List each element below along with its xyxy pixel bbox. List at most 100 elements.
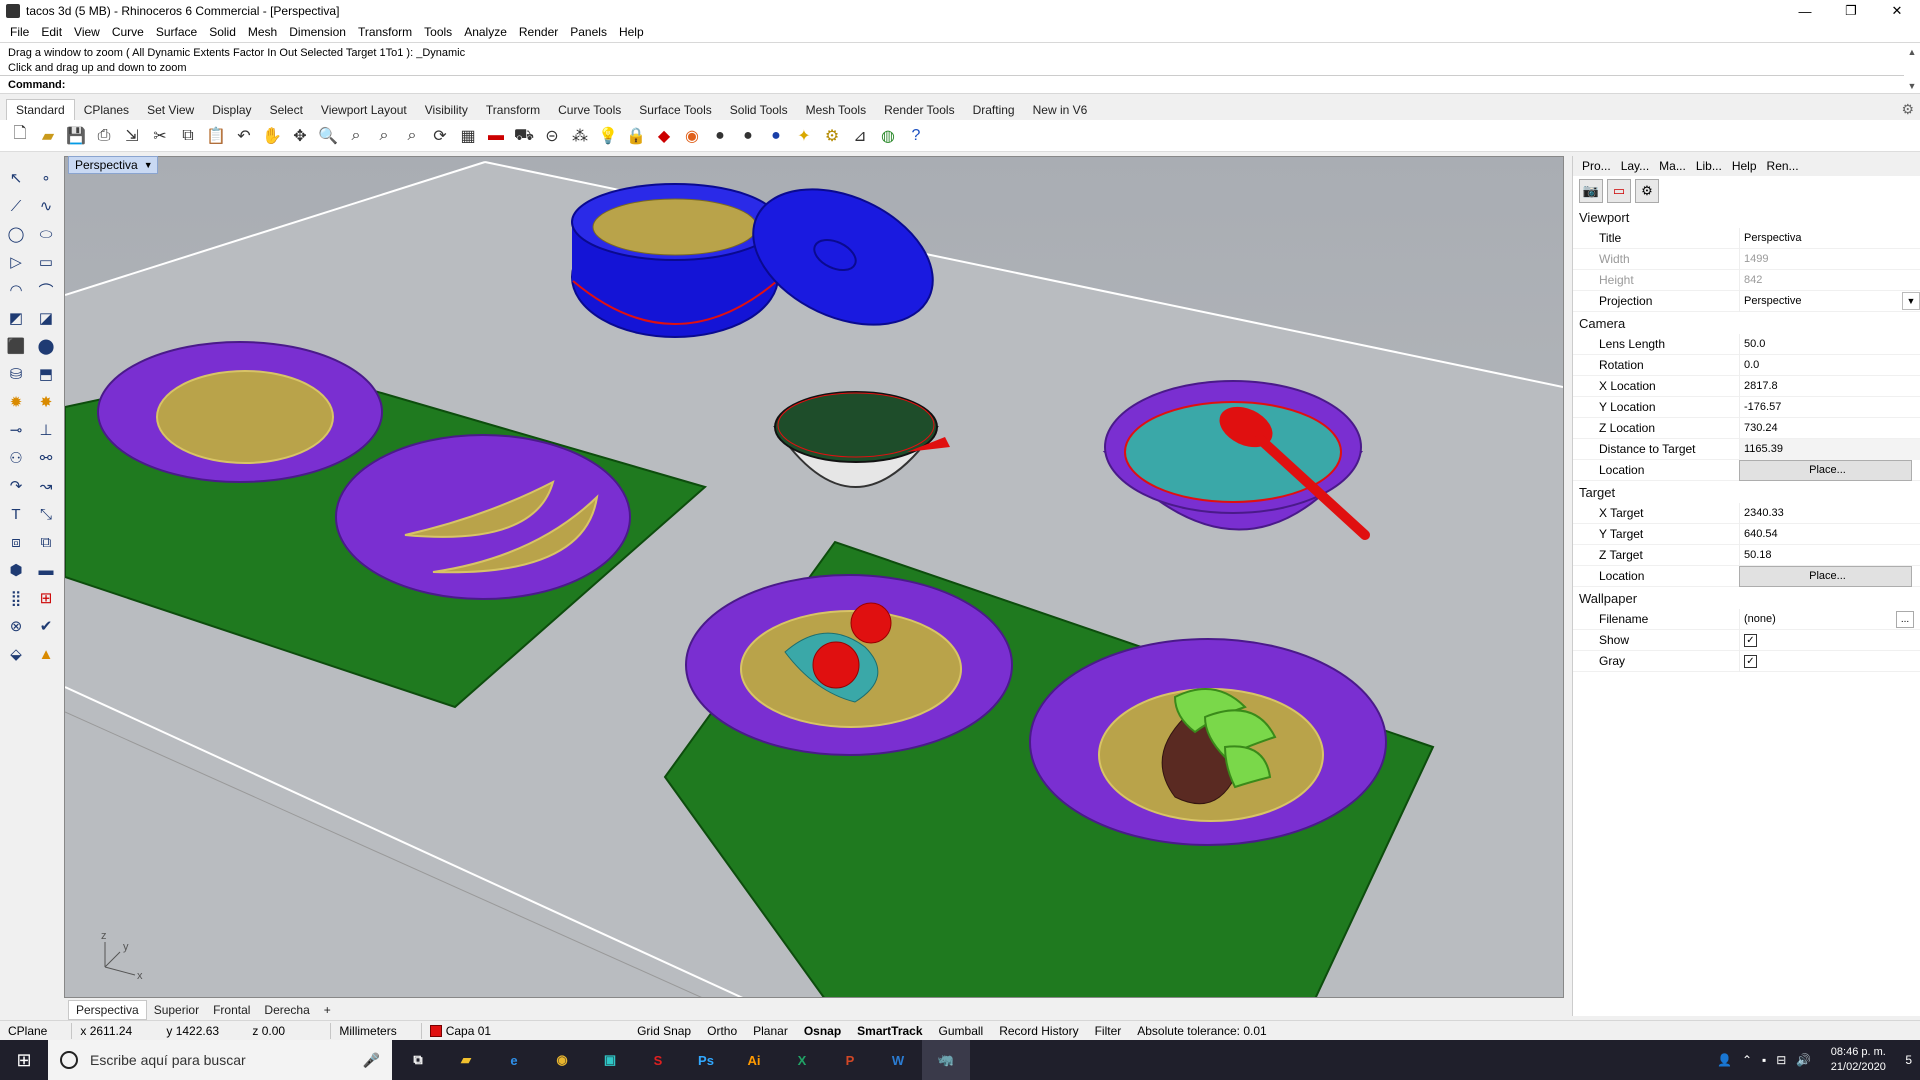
rotate-view-icon[interactable]: ⟳	[428, 124, 452, 148]
add-viewport-tab-button[interactable]: +	[317, 1001, 338, 1019]
chevron-down-icon[interactable]: ▼	[144, 160, 153, 170]
tab-materials[interactable]: Ma...	[1654, 157, 1691, 175]
points-icon[interactable]: ⁂	[568, 124, 592, 148]
menu-mesh[interactable]: Mesh	[242, 25, 283, 39]
dimension-icon[interactable]: ⊿	[848, 124, 872, 148]
light-tool-icon[interactable]: ▲	[32, 640, 60, 668]
rendered-sphere-icon[interactable]: ●	[736, 124, 760, 148]
tab-properties[interactable]: Pro...	[1577, 157, 1616, 175]
clock[interactable]: 08:46 p. m. 21/02/2020	[1821, 1045, 1895, 1075]
undo-icon[interactable]: ↶	[232, 124, 256, 148]
render-sphere-icon[interactable]: ●	[764, 124, 788, 148]
chevron-down-icon[interactable]: ▼	[1908, 81, 1917, 91]
polyline-icon[interactable]: ⟋	[2, 192, 30, 220]
rebuild-icon[interactable]: ↝	[32, 472, 60, 500]
x-location-field[interactable]: 2817.8	[1739, 375, 1920, 397]
print-icon[interactable]: ⎙	[92, 124, 116, 148]
menu-view[interactable]: View	[68, 25, 106, 39]
camera-icon[interactable]: 📷	[1579, 179, 1603, 203]
ortho-toggle[interactable]: Ortho	[699, 1024, 745, 1038]
rhino-icon[interactable]: 🦏	[922, 1040, 970, 1080]
globe-icon[interactable]: ◍	[876, 124, 900, 148]
move-icon[interactable]: ✥	[288, 124, 312, 148]
menu-render[interactable]: Render	[513, 25, 564, 39]
command-scrollbar[interactable]: ▲ ▼	[1906, 47, 1918, 91]
tab-viewport-layout[interactable]: Viewport Layout	[312, 100, 416, 120]
extrude-icon[interactable]: ⬒	[32, 360, 60, 388]
bend-icon[interactable]: ↷	[2, 472, 30, 500]
chrome-icon[interactable]: ◉	[538, 1040, 586, 1080]
layer-indicator[interactable]: Capa 01	[422, 1024, 499, 1038]
flashlight-icon[interactable]: ✦	[792, 124, 816, 148]
command-input[interactable]	[69, 78, 1770, 91]
settings-icon[interactable]: ⚙	[1635, 179, 1659, 203]
windows-start-icon[interactable]: ⊞	[0, 1040, 48, 1080]
cut-icon[interactable]: ✂	[148, 124, 172, 148]
text-icon[interactable]: T	[2, 500, 30, 528]
tab-layers[interactable]: Lay...	[1616, 157, 1654, 175]
grid-icon[interactable]: ⣿	[2, 584, 30, 612]
arc-icon[interactable]: ◠	[2, 276, 30, 304]
cplane-icon[interactable]: ⊝	[540, 124, 564, 148]
viewport-tab-superior[interactable]: Superior	[147, 1001, 206, 1019]
tab-rendering[interactable]: Ren...	[1762, 157, 1804, 175]
box-icon[interactable]: ⬛	[2, 332, 30, 360]
menu-file[interactable]: File	[4, 25, 35, 39]
point-icon[interactable]: ∘	[32, 164, 60, 192]
zoom-window-icon[interactable]: ⌕	[344, 124, 368, 148]
menu-dimension[interactable]: Dimension	[283, 25, 352, 39]
cylinder-icon[interactable]: ⛁	[2, 360, 30, 388]
people-icon[interactable]: 👤	[1717, 1053, 1732, 1067]
viewport-tab-perspectiva[interactable]: Perspectiva	[68, 1000, 147, 1020]
gumball-toggle[interactable]: Gumball	[931, 1024, 992, 1038]
tab-new-in-v6[interactable]: New in V6	[1024, 100, 1097, 120]
maximize-button[interactable]: ❐	[1828, 0, 1874, 22]
menu-tools[interactable]: Tools	[418, 25, 458, 39]
network-icon[interactable]: ⊟	[1776, 1053, 1786, 1067]
z-target-field[interactable]: 50.18	[1739, 544, 1920, 566]
file-explorer-icon[interactable]: ▰	[442, 1040, 490, 1080]
filename-field[interactable]: (none) ...	[1739, 608, 1920, 630]
title-field[interactable]: Perspectiva	[1739, 227, 1920, 249]
zoom-icon[interactable]: 🔍	[316, 124, 340, 148]
render-tool-icon[interactable]: ⬙	[2, 640, 30, 668]
y-target-field[interactable]: 640.54	[1739, 523, 1920, 545]
z-location-field[interactable]: 730.24	[1739, 417, 1920, 439]
paste-icon[interactable]: 📋	[204, 124, 228, 148]
ruler-icon[interactable]: ▬	[32, 556, 60, 584]
menu-analyze[interactable]: Analyze	[458, 25, 513, 39]
photoshop-icon[interactable]: Ps	[682, 1040, 730, 1080]
camera-place-button[interactable]: Place...	[1739, 459, 1912, 481]
copy-icon[interactable]: ⧉	[176, 124, 200, 148]
split-icon[interactable]: ⊥	[32, 416, 60, 444]
tray-app-icon[interactable]: ▪	[1762, 1053, 1766, 1067]
four-viewports-icon[interactable]: ▦	[456, 124, 480, 148]
tab-help[interactable]: Help	[1727, 157, 1762, 175]
browse-button[interactable]: ...	[1896, 610, 1914, 628]
viewport-label[interactable]: Perspectiva ▼	[68, 156, 158, 174]
gray-checkbox[interactable]: ✓	[1744, 654, 1757, 668]
taskbar-search[interactable]: Escribe aquí para buscar 🎤	[48, 1040, 392, 1080]
analysis-icon[interactable]: ⊗	[2, 612, 30, 640]
rectangle-icon[interactable]: ▭	[32, 248, 60, 276]
array-icon[interactable]: ⚯	[32, 444, 60, 472]
menu-edit[interactable]: Edit	[35, 25, 68, 39]
select-arrow-icon[interactable]: ↖	[2, 164, 30, 192]
surface-edge-icon[interactable]: ◪	[32, 304, 60, 332]
import-icon[interactable]: ⇲	[120, 124, 144, 148]
volume-icon[interactable]: 🔊	[1796, 1053, 1811, 1067]
chevron-up-icon[interactable]: ⌃	[1742, 1053, 1752, 1067]
app-teal-icon[interactable]: ▣	[586, 1040, 634, 1080]
layout-icon[interactable]: ⊞	[32, 584, 60, 612]
tab-solid-tools[interactable]: Solid Tools	[721, 100, 797, 120]
notifications-badge[interactable]: 5	[1905, 1053, 1912, 1067]
car-icon[interactable]: ▬	[484, 124, 508, 148]
new-file-icon[interactable]: 🗋	[8, 124, 32, 148]
close-button[interactable]: ✕	[1874, 0, 1920, 22]
triangle-icon[interactable]: ▷	[2, 248, 30, 276]
check-icon[interactable]: ✔	[32, 612, 60, 640]
solidworks-icon[interactable]: S	[634, 1040, 682, 1080]
cplane-indicator[interactable]: CPlane	[0, 1024, 55, 1038]
filter-toggle[interactable]: Filter	[1087, 1024, 1130, 1038]
tab-display[interactable]: Display	[203, 100, 260, 120]
